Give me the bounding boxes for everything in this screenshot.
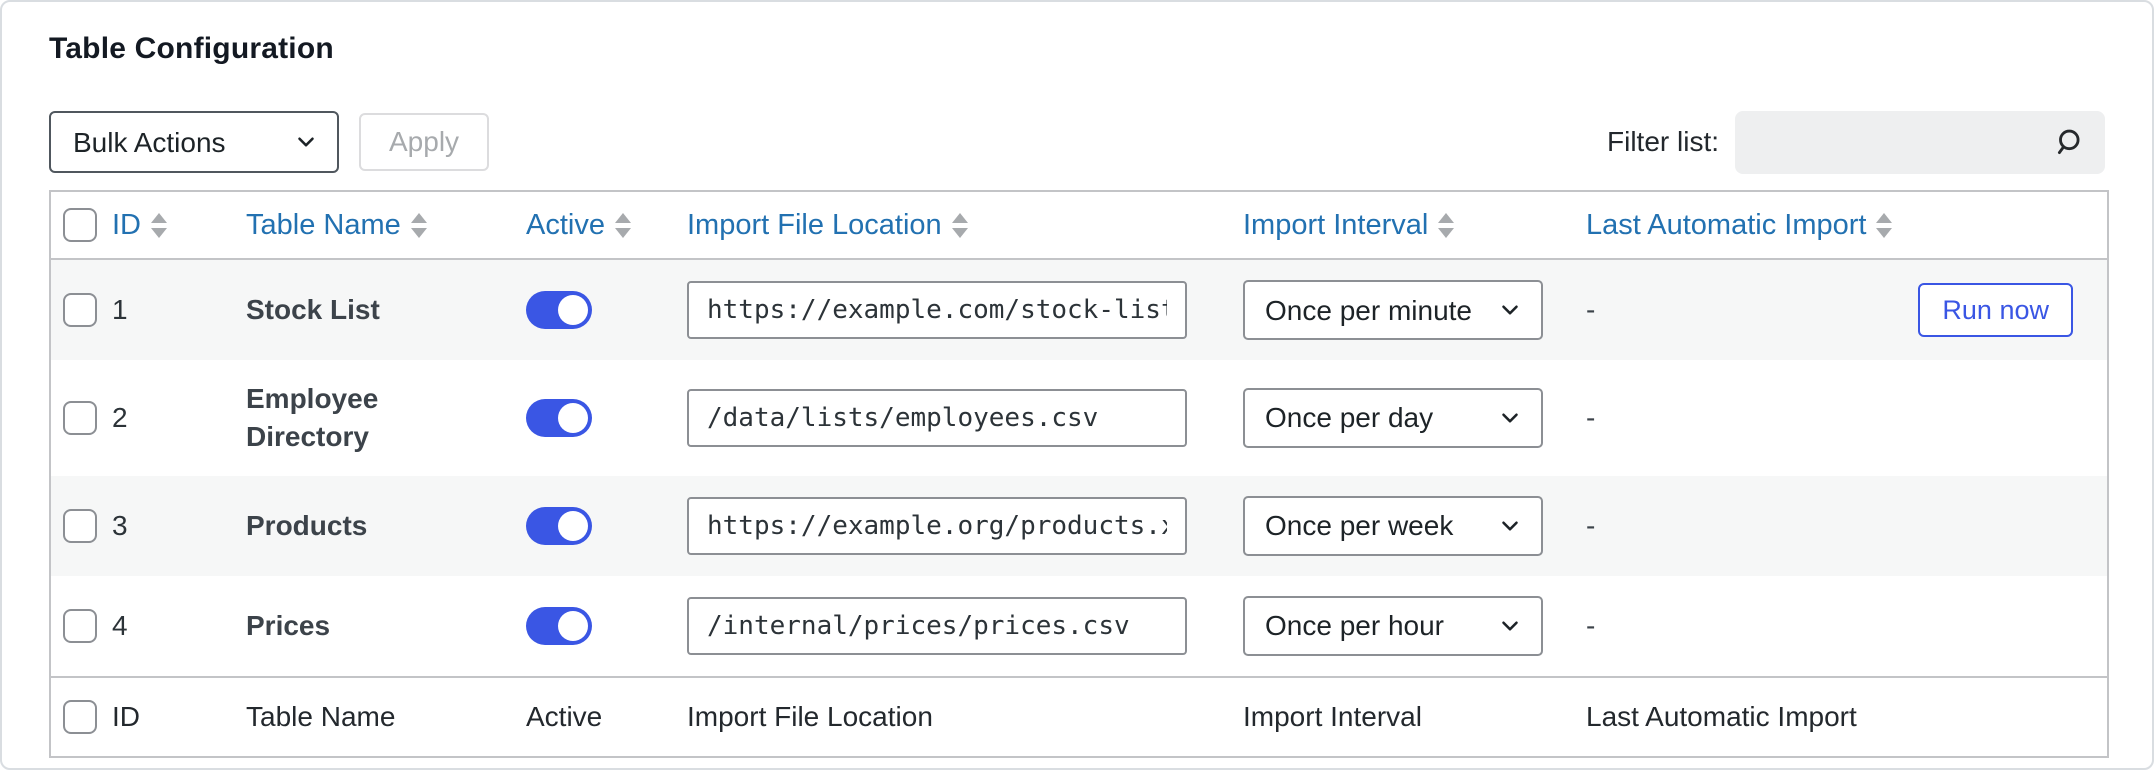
import-interval-select[interactable]: Once per hour bbox=[1243, 595, 1543, 656]
bulk-actions-group: Bulk Actions Apply bbox=[49, 111, 490, 173]
sort-header-import-file-location[interactable]: Import File Location bbox=[687, 209, 968, 242]
table-row: 4 Prices Once per hour - bbox=[50, 576, 2108, 677]
header-label-table-name: Table Name bbox=[246, 208, 401, 241]
active-toggle[interactable] bbox=[526, 506, 592, 545]
sort-arrows-icon bbox=[1876, 212, 1893, 238]
page-title: Table Configuration bbox=[49, 32, 334, 65]
table-row: 2 Employee Directory Once per day - bbox=[50, 360, 2108, 476]
row-id: 1 bbox=[112, 294, 128, 325]
active-toggle[interactable] bbox=[526, 291, 592, 329]
footer-label-import-interval: Import Interval bbox=[1238, 675, 1578, 757]
sort-header-last-automatic-import[interactable]: Last Automatic Import bbox=[1586, 208, 1893, 242]
bulk-actions-select[interactable]: Bulk Actions bbox=[49, 111, 339, 173]
select-all-checkbox[interactable] bbox=[63, 208, 97, 242]
footer-label-id: ID bbox=[98, 675, 238, 757]
row-checkbox[interactable] bbox=[63, 608, 97, 643]
row-id: 4 bbox=[112, 609, 128, 641]
last-import-value: - bbox=[1586, 401, 1596, 433]
import-file-location-input[interactable] bbox=[687, 596, 1187, 655]
footer-label-last-automatic-import: Last Automatic Import bbox=[1578, 675, 2108, 757]
header-label-import-interval: Import Interval bbox=[1243, 208, 1429, 241]
import-file-location-input[interactable] bbox=[687, 281, 1187, 339]
table-configuration-page: Table Configuration Bulk Actions Apply F… bbox=[0, 0, 2154, 770]
table-row: 3 Products Once per week - bbox=[50, 475, 2108, 576]
sort-arrows-icon bbox=[410, 212, 427, 238]
header-row: ID Table Name Active Import File Locatio… bbox=[50, 191, 2108, 260]
last-import-value: - bbox=[1586, 509, 1596, 541]
sort-arrows-icon bbox=[951, 212, 968, 238]
import-interval-select[interactable]: Once per week bbox=[1243, 495, 1543, 556]
header-label-last-automatic-import: Last Automatic Import bbox=[1586, 208, 1867, 241]
sort-arrows-icon bbox=[614, 212, 631, 238]
table-footer: ID Table Name Active Import File Locatio… bbox=[50, 675, 2108, 757]
toggle-knob bbox=[558, 295, 588, 325]
toggle-knob bbox=[558, 610, 588, 641]
import-file-location-input[interactable] bbox=[687, 496, 1187, 555]
filter-group: Filter list: bbox=[1607, 110, 2105, 174]
last-import-value: - bbox=[1586, 294, 1596, 325]
row-id: 3 bbox=[112, 509, 128, 541]
active-toggle[interactable] bbox=[526, 606, 592, 645]
footer-label-table-name: Table Name bbox=[238, 675, 518, 757]
import-interval-select[interactable]: Once per minute bbox=[1243, 280, 1543, 340]
table-header: ID Table Name Active Import File Locatio… bbox=[50, 191, 2108, 260]
filter-search-box bbox=[1735, 110, 2105, 174]
sort-arrows-icon bbox=[1438, 212, 1455, 238]
import-file-location-input[interactable] bbox=[687, 388, 1187, 447]
header-label-active: Active bbox=[526, 208, 605, 241]
footer-row: ID Table Name Active Import File Locatio… bbox=[50, 675, 2108, 757]
bulk-actions-select-wrap: Bulk Actions bbox=[49, 111, 339, 173]
tables-list: ID Table Name Active Import File Locatio… bbox=[49, 190, 2109, 758]
table-row: 1 Stock List Once per minute - Run now bbox=[50, 259, 2108, 360]
filter-list-label: Filter list: bbox=[1607, 126, 1719, 157]
footer-label-import-file-location: Import File Location bbox=[683, 675, 1238, 757]
select-all-checkbox-footer[interactable] bbox=[63, 699, 97, 734]
sort-header-id[interactable]: ID bbox=[112, 209, 167, 242]
sort-header-active[interactable]: Active bbox=[526, 209, 631, 242]
row-id: 2 bbox=[112, 401, 128, 433]
toggle-knob bbox=[558, 510, 588, 541]
import-interval-select-wrap: Once per minute bbox=[1243, 280, 1543, 340]
header-label-import-file-location: Import File Location bbox=[687, 208, 942, 241]
header-label-id: ID bbox=[112, 208, 141, 241]
search-icon bbox=[2053, 125, 2087, 159]
active-toggle[interactable] bbox=[526, 398, 592, 437]
import-interval-select-wrap: Once per hour bbox=[1243, 595, 1543, 656]
import-interval-select-wrap: Once per week bbox=[1243, 495, 1543, 556]
footer-label-active: Active bbox=[518, 675, 683, 757]
toolbar: Bulk Actions Apply Filter list: bbox=[49, 110, 2105, 174]
row-table-name: Employee Directory bbox=[246, 383, 379, 452]
row-table-name: Stock List bbox=[246, 294, 380, 326]
sort-arrows-icon bbox=[151, 212, 167, 238]
last-import-value: - bbox=[1586, 609, 1596, 641]
row-table-name: Products bbox=[246, 509, 368, 541]
sort-header-import-interval[interactable]: Import Interval bbox=[1243, 208, 1455, 242]
filter-list-input[interactable] bbox=[1735, 110, 2105, 174]
import-interval-select-wrap: Once per day bbox=[1243, 387, 1543, 448]
import-interval-select[interactable]: Once per day bbox=[1243, 387, 1543, 448]
apply-button[interactable]: Apply bbox=[359, 113, 490, 171]
row-checkbox[interactable] bbox=[63, 293, 97, 327]
toggle-knob bbox=[558, 402, 588, 433]
run-now-button[interactable]: Run now bbox=[1918, 283, 2073, 337]
sort-header-table-name[interactable]: Table Name bbox=[246, 209, 427, 242]
row-checkbox[interactable] bbox=[63, 508, 97, 543]
row-checkbox[interactable] bbox=[63, 400, 97, 435]
row-table-name: Prices bbox=[246, 609, 331, 641]
table-body: 1 Stock List Once per minute - Run now 2 bbox=[50, 259, 2108, 677]
